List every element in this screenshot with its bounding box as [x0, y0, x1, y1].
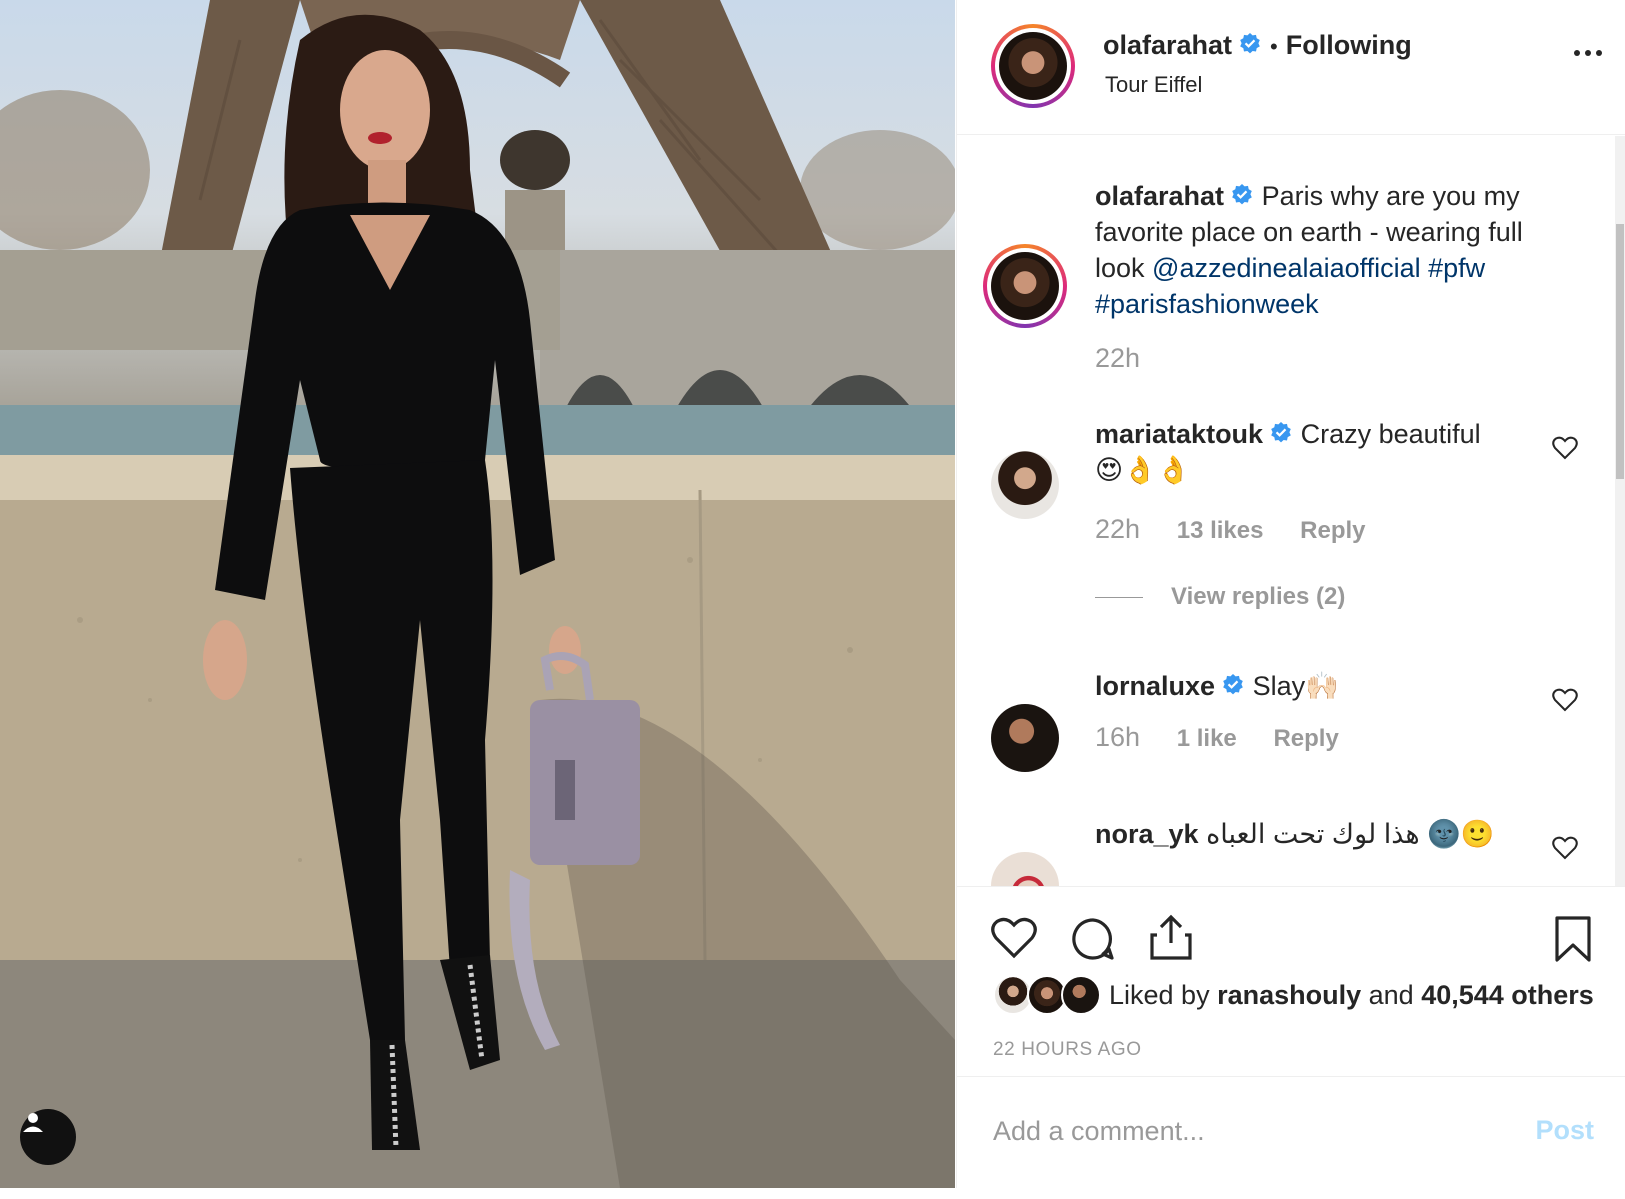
- comment-heart-icon[interactable]: [1552, 836, 1578, 860]
- post-comment-button[interactable]: Post: [1535, 1115, 1594, 1146]
- comment-heart-icon[interactable]: [1552, 436, 1578, 460]
- liker-avatars[interactable]: [993, 975, 1103, 1015]
- user-tag-icon: [23, 1113, 43, 1132]
- comment-username[interactable]: lornaluxe: [1095, 671, 1215, 701]
- user-tag-button[interactable]: [20, 1109, 76, 1165]
- comment-username[interactable]: nora_yk: [1095, 819, 1199, 849]
- comment-bubble-icon[interactable]: [1071, 917, 1115, 961]
- comment-text: mariataktouk Crazy beautiful 😍👌👌: [1095, 416, 1515, 488]
- caption-username[interactable]: olafarahat: [1095, 181, 1224, 211]
- verified-badge-icon: [1271, 422, 1291, 443]
- post-header: olafarahat • Following Tour Eiffel: [957, 0, 1625, 135]
- comment-meta: 22h 13 likes Reply: [1095, 514, 1366, 545]
- post-actions: Liked by ranashouly and 40,544 others 22…: [957, 886, 1625, 1076]
- comment-text: nora_yk هذا لوك تحت العباه 🌚🙂: [1095, 816, 1515, 852]
- comment-heart-icon[interactable]: [1552, 688, 1578, 712]
- scrollbar-thumb[interactable]: [1616, 224, 1624, 479]
- heart-icon[interactable]: [991, 917, 1037, 959]
- comment-body: Crazy beautiful: [1300, 419, 1481, 449]
- caption-hashtag-link[interactable]: #pfw: [1428, 253, 1485, 283]
- post-photo[interactable]: [0, 0, 955, 1188]
- verified-badge-icon: [1240, 33, 1260, 54]
- caption-meta: 22h: [1095, 343, 1140, 374]
- comment-body: Slay🙌🏻: [1252, 671, 1339, 701]
- separator-dot: •: [1270, 34, 1278, 59]
- comment-reply-button[interactable]: Reply: [1300, 517, 1365, 544]
- comment-likes[interactable]: 1 like: [1177, 725, 1237, 752]
- author-avatar-image: [999, 32, 1067, 100]
- verified-badge-icon: [1232, 184, 1252, 205]
- caption-mention-link[interactable]: @azzedinealaiaofficial: [1152, 253, 1421, 283]
- comment-username[interactable]: mariataktouk: [1095, 419, 1263, 449]
- caption-hashtag-link[interactable]: #parisfashionweek: [1095, 289, 1319, 319]
- caption-time[interactable]: 22h: [1095, 343, 1140, 373]
- more-options-button[interactable]: [1574, 50, 1602, 56]
- comment-meta: 16h 1 like Reply: [1095, 722, 1339, 753]
- comment-emoji: 😍👌👌: [1095, 455, 1191, 485]
- more-options-icon: [1574, 50, 1580, 56]
- view-replies-row[interactable]: View replies (2): [1095, 583, 1345, 611]
- likes-count[interactable]: 40,544 others: [1421, 980, 1594, 1011]
- verified-badge-icon: [1223, 674, 1243, 695]
- liker-username[interactable]: ranashouly: [1217, 980, 1361, 1011]
- bookmark-icon[interactable]: [1554, 915, 1592, 963]
- comment-avatar[interactable]: [991, 852, 1059, 886]
- view-replies-button[interactable]: View replies (2): [1171, 583, 1345, 611]
- comment-body: هذا لوك تحت العباه 🌚🙂: [1206, 819, 1495, 849]
- replies-divider: [1095, 596, 1143, 598]
- share-icon[interactable]: [1149, 913, 1193, 961]
- post-side-panel: olafarahat • Following Tour Eiffel olafara…: [956, 0, 1625, 1188]
- post-location[interactable]: Tour Eiffel: [1105, 72, 1202, 98]
- post-timestamp[interactable]: 22 HOURS AGO: [993, 1039, 1142, 1061]
- comment-likes[interactable]: 13 likes: [1177, 517, 1264, 544]
- caption-avatar[interactable]: [983, 244, 1067, 328]
- likes-summary: Liked by ranashouly and 40,544 others: [993, 975, 1594, 1015]
- add-comment-input[interactable]: [993, 1111, 1473, 1151]
- photo-illustration: [0, 0, 955, 1188]
- comment-time[interactable]: 16h: [1095, 722, 1140, 752]
- likes-middle: and: [1361, 979, 1422, 1010]
- likes-prefix: Liked by: [1109, 979, 1218, 1010]
- author-username[interactable]: olafarahat: [1103, 30, 1232, 60]
- comment-time[interactable]: 22h: [1095, 514, 1140, 544]
- comment-avatar[interactable]: [991, 704, 1059, 772]
- caption-text: olafarahat Paris why are you my favorite…: [1095, 178, 1565, 322]
- comment-text: lornaluxe Slay🙌🏻: [1095, 668, 1515, 704]
- comments-list[interactable]: olafarahat Paris why are you my favorite…: [957, 136, 1625, 886]
- comments-scrollbar[interactable]: [1615, 136, 1625, 886]
- add-comment-bar: Post: [957, 1076, 1625, 1188]
- comment-reply-button[interactable]: Reply: [1273, 725, 1338, 752]
- comment-avatar[interactable]: [991, 451, 1059, 519]
- author-avatar[interactable]: [991, 24, 1075, 108]
- follow-status-button[interactable]: Following: [1286, 30, 1412, 60]
